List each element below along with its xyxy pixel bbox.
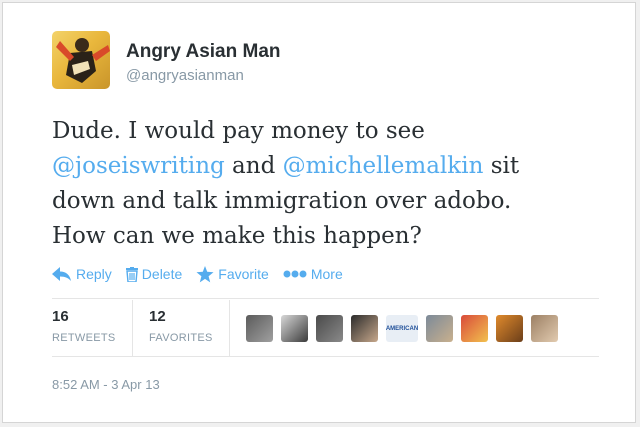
favoriter-avatar[interactable] [496,315,523,342]
favoriter-avatar[interactable] [351,315,378,342]
favorite-label: Favorite [218,266,269,282]
delete-button[interactable]: Delete [125,266,183,282]
star-icon [196,265,214,283]
retweets-label: RETWEETS [52,332,116,344]
more-dots-icon [283,270,307,278]
reply-icon [52,267,72,281]
tweet-actions: Reply Delete Favorite More [52,262,357,286]
favoriter-avatar-text: AMERICAN [386,325,418,332]
favorites-count: 12 [149,308,166,325]
more-label: More [310,266,343,282]
favoriter-avatars: AMERICAN [246,315,566,342]
favorites-stat[interactable]: 12 FAVORITES [149,308,213,344]
mention-link[interactable]: @joseiswriting [52,153,225,179]
stats-top-divider [52,298,599,299]
user-handle[interactable]: @angryasianman [126,67,244,84]
favoriter-avatar[interactable] [281,315,308,342]
favoriter-avatar[interactable] [461,315,488,342]
tweet-text: Dude. I would pay money to see @joseiswr… [52,114,572,254]
reply-label: Reply [76,266,112,282]
more-button[interactable]: More [283,266,343,282]
delete-label: Delete [141,266,183,282]
favoriter-avatar[interactable] [246,315,273,342]
reply-button[interactable]: Reply [52,266,112,282]
stats-separator [229,300,230,356]
tweet-card: Angry Asian Man @angryasianman Dude. I w… [2,2,636,423]
tweet-timestamp[interactable]: 8:52 AM - 3 Apr 13 [52,377,160,392]
tweet-text-segment: and [232,153,276,179]
favoriter-avatar[interactable] [316,315,343,342]
retweets-stat[interactable]: 16 RETWEETS [52,308,116,344]
retweets-count: 16 [52,308,69,325]
favoriter-avatar[interactable] [426,315,453,342]
favorites-label: FAVORITES [149,332,213,344]
stats-bottom-divider [52,356,599,357]
favorite-button[interactable]: Favorite [196,265,269,283]
trash-icon [125,266,138,282]
favoriter-avatar[interactable]: AMERICAN [386,315,418,342]
tweet-text-segment: Dude. I would pay money to see [52,118,425,144]
user-avatar[interactable] [52,31,110,89]
display-name[interactable]: Angry Asian Man [126,41,281,63]
mention-link[interactable]: @michellemalkin [283,153,484,179]
favoriter-avatar[interactable] [531,315,558,342]
stats-separator [132,300,133,356]
